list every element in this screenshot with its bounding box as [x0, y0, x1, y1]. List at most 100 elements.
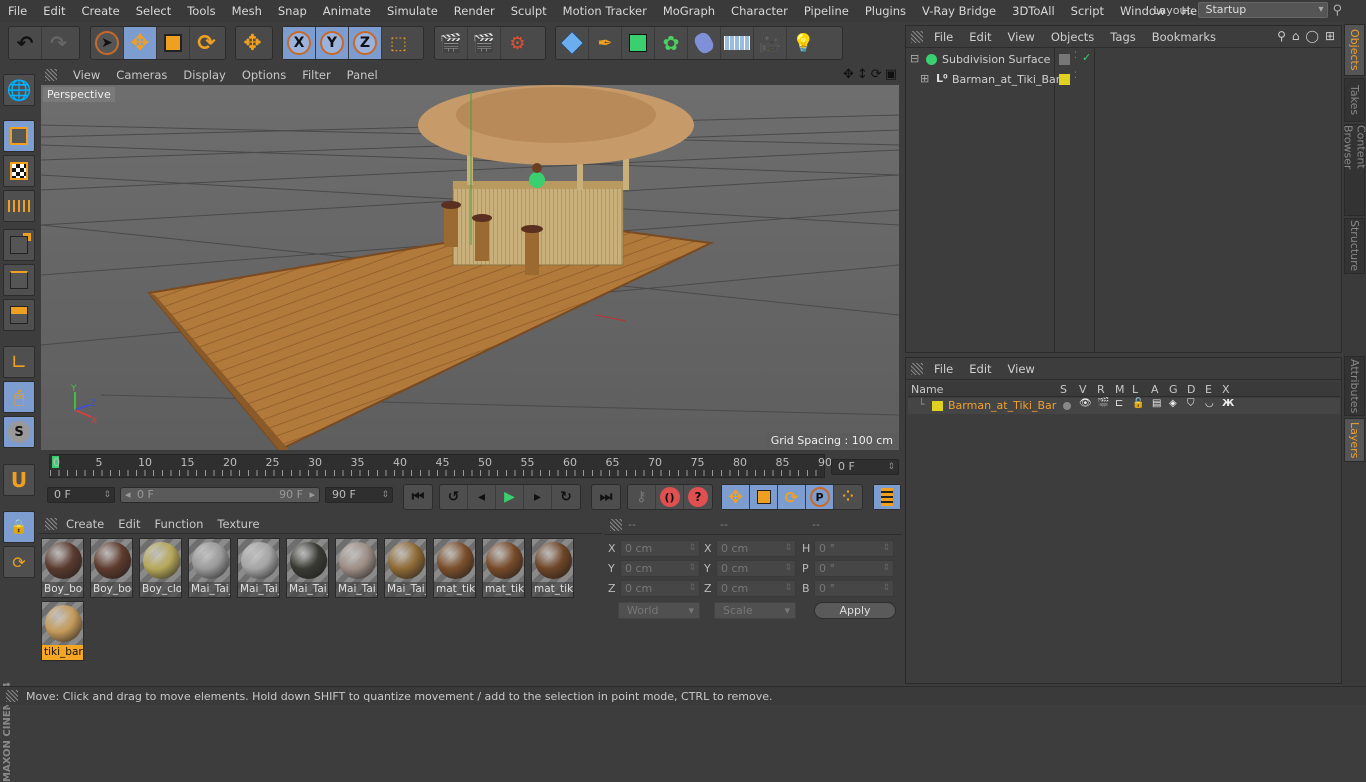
panel-grip-icon[interactable]	[45, 518, 57, 530]
generator-icon[interactable]: ◈	[1169, 398, 1177, 409]
coord-space-dropdown[interactable]: World	[618, 602, 700, 619]
render-picture-viewer-button[interactable]: 🎬	[468, 27, 501, 59]
material-swatch[interactable]: mat_tiki_	[433, 538, 476, 598]
obj-menu-view[interactable]: View	[1000, 30, 1043, 44]
tweak-mode-button[interactable]: 🖱	[3, 381, 35, 413]
menu-sculpt[interactable]: Sculpt	[503, 4, 555, 18]
coord-value-field[interactable]: 0 cm ⇕	[716, 580, 796, 597]
pan-icon[interactable]: ✥	[843, 67, 854, 82]
next-frame-button[interactable]: ▸	[524, 485, 552, 509]
go-to-start-button[interactable]: ⏮	[404, 485, 432, 509]
search-icon[interactable]: ⚲	[1277, 29, 1286, 43]
tree-item-subdivision-surface[interactable]: ⊟ Subdivision Surface ⁚ ✓	[906, 50, 1341, 70]
expand-icon[interactable]: ⊞	[920, 72, 929, 85]
cloner-button[interactable]: ✿	[655, 27, 688, 59]
material-swatch[interactable]: Boy_boc	[41, 538, 84, 598]
tab-attributes[interactable]: Attributes	[1344, 356, 1365, 416]
prev-frame-button[interactable]: ◂	[468, 485, 496, 509]
menu-animate[interactable]: Animate	[315, 4, 379, 18]
key-scale-button[interactable]	[750, 485, 778, 509]
coord-mode-dropdown[interactable]: Scale	[714, 602, 796, 619]
material-swatch[interactable]: Mai_Tai_	[384, 538, 427, 598]
tree-item-barman[interactable]: ⊞ L⁰ Barman_at_Tiki_Bar ⁚	[906, 70, 1341, 90]
material-swatch[interactable]: Mai_Tai_	[286, 538, 329, 598]
manager-hierarchy-icon[interactable]: ⊏	[1115, 398, 1123, 409]
solo-button[interactable]: S	[3, 416, 35, 448]
panel-grip-icon[interactable]	[45, 69, 57, 81]
col-animation[interactable]: A	[1151, 383, 1159, 396]
deformer-shield-icon[interactable]: ⛉	[1187, 398, 1195, 409]
view-eye-icon[interactable]: 👁	[1079, 398, 1092, 409]
obj-menu-bookmarks[interactable]: Bookmarks	[1144, 30, 1224, 44]
undo-button[interactable]: ↶	[9, 27, 42, 59]
key-pla-button[interactable]: ⁘	[834, 485, 862, 509]
workplane-mode-button[interactable]	[3, 190, 35, 222]
coord-value-field[interactable]: 0 cm ⇕	[620, 580, 700, 597]
search-icon[interactable]: ⚲	[1332, 3, 1342, 18]
col-solo[interactable]: S	[1060, 383, 1067, 396]
spinner-icon[interactable]: ⇕	[688, 541, 696, 556]
spinner-icon[interactable]: ⇕	[784, 561, 792, 576]
redo-button[interactable]: ↷	[42, 27, 75, 59]
coord-value-field[interactable]: 0 ° ⇕	[814, 540, 894, 557]
next-key-button[interactable]: ↻	[552, 485, 580, 509]
col-view[interactable]: V	[1079, 383, 1087, 396]
eye-outline-icon[interactable]: ◯	[1306, 29, 1319, 43]
obj-menu-objects[interactable]: Objects	[1043, 30, 1102, 44]
menu-file[interactable]: File	[0, 4, 35, 18]
menu-snap[interactable]: Snap	[270, 4, 315, 18]
deformer-button[interactable]	[688, 27, 721, 59]
preview-range-slider[interactable]: ◂ 0 F 90 F ▸	[120, 487, 320, 503]
tab-takes[interactable]: Takes	[1344, 78, 1365, 122]
orbit-icon[interactable]: ⟳	[871, 67, 882, 82]
menu-pipeline[interactable]: Pipeline	[796, 4, 857, 18]
floor-button[interactable]	[721, 27, 754, 59]
cube-button[interactable]	[556, 27, 589, 59]
coordinate-system-button[interactable]: ⬚	[382, 27, 415, 59]
enabled-check-icon[interactable]: ✓	[1082, 51, 1091, 64]
range-left-arrow-icon[interactable]: ◂	[125, 488, 131, 502]
menu-render[interactable]: Render	[446, 4, 503, 18]
polygons-mode-button[interactable]	[3, 299, 35, 331]
tab-content-browser[interactable]: Content Browser	[1342, 124, 1366, 216]
animation-film-icon[interactable]: ▤	[1152, 398, 1161, 409]
end-frame-field[interactable]: 90 F ⇕	[325, 487, 393, 503]
timeline-ruler[interactable]: 0 5 10 15 20 25 30 35 40 45 50 55 60 65 70 75 80 85 90	[49, 454, 832, 478]
render-clapper-icon[interactable]: 🎬	[1097, 398, 1109, 409]
material-swatch[interactable]: mat_tiki_	[482, 538, 525, 598]
move-tool-button[interactable]: ✥	[124, 27, 157, 59]
layer-menu-file[interactable]: File	[926, 362, 961, 376]
rotate-tool-button[interactable]: ⟳	[190, 27, 223, 59]
scale-tool-button[interactable]	[157, 27, 190, 59]
visibility-dots-icon[interactable]: ⁚	[1074, 71, 1077, 81]
lock-workplane-button[interactable]: 🔒	[3, 511, 35, 543]
light-button[interactable]: 💡	[787, 27, 820, 59]
col-xref[interactable]: X	[1222, 383, 1230, 396]
material-swatch[interactable]: Mai_Tai_	[335, 538, 378, 598]
keyframe-selection-button[interactable]: ?	[684, 485, 712, 509]
edges-mode-button[interactable]	[3, 264, 35, 296]
menu-mograph[interactable]: MoGraph	[655, 4, 723, 18]
vp-menu-filter[interactable]: Filter	[294, 68, 338, 82]
timeline-window-button[interactable]	[874, 485, 900, 509]
material-swatch[interactable]: Mai_Tai_	[237, 538, 280, 598]
3d-viewport[interactable]: Y Z X Perspective Grid Spacing : 100 cm	[41, 85, 899, 450]
material-swatch[interactable]: tiki_bar	[41, 601, 84, 661]
object-name[interactable]: Subdivision Surface	[942, 53, 1050, 66]
record-active-button[interactable]: ⚷	[628, 485, 656, 509]
menu-edit[interactable]: Edit	[35, 4, 73, 18]
texture-mode-button[interactable]	[3, 155, 35, 187]
spinner-icon[interactable]: ⇕	[882, 561, 890, 576]
vp-menu-cameras[interactable]: Cameras	[108, 68, 175, 82]
coord-value-field[interactable]: 0 cm ⇕	[716, 560, 796, 577]
menu-select[interactable]: Select	[128, 4, 179, 18]
key-rotation-button[interactable]: ⟳	[778, 485, 806, 509]
layout-dropdown[interactable]: Startup	[1198, 2, 1329, 18]
spinner-icon[interactable]: ⇕	[882, 541, 890, 556]
menu-simulate[interactable]: Simulate	[379, 4, 446, 18]
start-frame-field[interactable]: 0 F ⇕	[47, 487, 115, 503]
panel-grip-icon[interactable]	[610, 519, 622, 531]
col-manager[interactable]: M	[1115, 383, 1125, 396]
material-swatch[interactable]: mat_tiki_	[531, 538, 574, 598]
range-right-arrow-icon[interactable]: ▸	[309, 488, 315, 502]
